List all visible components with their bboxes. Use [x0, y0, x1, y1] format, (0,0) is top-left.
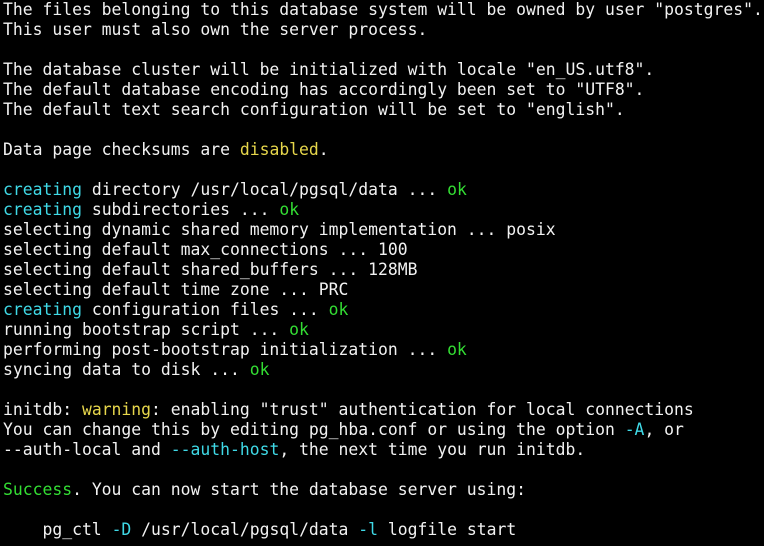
terminal-line: selecting default shared_buffers ... 128… [3, 260, 761, 280]
terminal-line: The files belonging to this database sys… [3, 0, 761, 20]
terminal-text: pg_ctl [3, 520, 112, 539]
terminal-line: The database cluster will be initialized… [3, 60, 761, 80]
terminal-text: initdb: [3, 400, 82, 419]
terminal-text: . You can now start the database server … [72, 480, 527, 499]
terminal-text-green: ok [279, 200, 300, 219]
terminal-text-green: ok [447, 180, 467, 199]
terminal-line: The default text search configuration wi… [3, 100, 761, 120]
terminal-text: running bootstrap script ... [3, 320, 290, 339]
terminal-text-green: ok [328, 300, 349, 319]
terminal-text: You can change this by editing pg_hba.co… [3, 420, 625, 439]
terminal-line: This user must also own the server proce… [3, 20, 761, 40]
terminal-text: The default database encoding has accord… [3, 80, 645, 99]
terminal-text-cyan: -A [624, 420, 645, 439]
terminal-text: subdirectories ... [81, 200, 280, 219]
terminal-text-cyan: creating [3, 200, 82, 219]
terminal-line: selecting dynamic shared memory implemen… [3, 220, 761, 240]
terminal-line: creating configuration files ... ok [3, 300, 761, 320]
terminal-text: , or [644, 420, 684, 439]
terminal-text-green: ok [249, 360, 270, 379]
terminal-text: . [318, 140, 329, 159]
terminal-text: /usr/local/pgsql/data [131, 520, 359, 539]
terminal-line: Data page checksums are disabled. [3, 140, 761, 160]
terminal-output[interactable]: The files belonging to this database sys… [3, 0, 761, 546]
terminal-text: selecting default max_connections ... 10… [3, 240, 408, 259]
terminal-text: directory /usr/local/pgsql/data ... [81, 180, 448, 199]
terminal-text: performing post-bootstrap initialization… [3, 340, 448, 359]
terminal-line: selecting default time zone ... PRC [3, 280, 761, 300]
terminal-line: creating directory /usr/local/pgsql/data… [3, 180, 761, 200]
terminal-line: initdb: warning: enabling "trust" authen… [3, 400, 761, 420]
terminal-text: The database cluster will be initialized… [3, 60, 655, 79]
terminal-line: The default database encoding has accord… [3, 80, 761, 100]
terminal-text: configuration files ... [81, 300, 329, 319]
terminal-line: pg_ctl -D /usr/local/pgsql/data -l logfi… [3, 520, 761, 540]
terminal-text: syncing data to disk ... [3, 360, 250, 379]
terminal-text: --auth-local and [3, 440, 171, 459]
terminal-text: Data page checksums are [3, 140, 240, 159]
terminal-text-green: ok [447, 340, 467, 359]
terminal-line: Success. You can now start the database … [3, 480, 761, 500]
terminal-line: --auth-local and --auth-host, the next t… [3, 440, 761, 460]
terminal-line: syncing data to disk ... ok [3, 360, 761, 380]
terminal-text-cyan: --auth-host [170, 440, 280, 459]
terminal-line: running bootstrap script ... ok [3, 320, 761, 340]
terminal-text: selecting default time zone ... PRC [3, 280, 349, 299]
terminal-text-yellow: disabled [239, 140, 319, 159]
terminal-text-cyan: -l [358, 520, 379, 539]
terminal-text-yellow: warning [81, 400, 152, 419]
terminal-text: , the next time you run initdb. [279, 440, 586, 459]
terminal-line: creating subdirectories ... ok [3, 200, 761, 220]
terminal-text: The files belonging to this database sys… [3, 0, 761, 19]
terminal-text: This user must also own the server proce… [3, 20, 428, 39]
terminal-text: : enabling "trust" authentication for lo… [151, 400, 694, 419]
terminal-text: The default text search configuration wi… [3, 100, 625, 119]
terminal-text-cyan: creating [3, 300, 82, 319]
terminal-line: selecting default max_connections ... 10… [3, 240, 761, 260]
terminal-text: selecting default shared_buffers ... 128… [3, 260, 418, 279]
terminal-text: selecting dynamic shared memory implemen… [3, 220, 556, 239]
terminal-text-cyan: creating [3, 180, 82, 199]
terminal-text: logfile start [378, 520, 517, 539]
terminal-text-cyan: -D [111, 520, 132, 539]
terminal-text-green: ok [289, 320, 309, 339]
terminal-text-green: Success [3, 480, 73, 499]
terminal-line: performing post-bootstrap initialization… [3, 340, 761, 360]
terminal-line: You can change this by editing pg_hba.co… [3, 420, 761, 440]
